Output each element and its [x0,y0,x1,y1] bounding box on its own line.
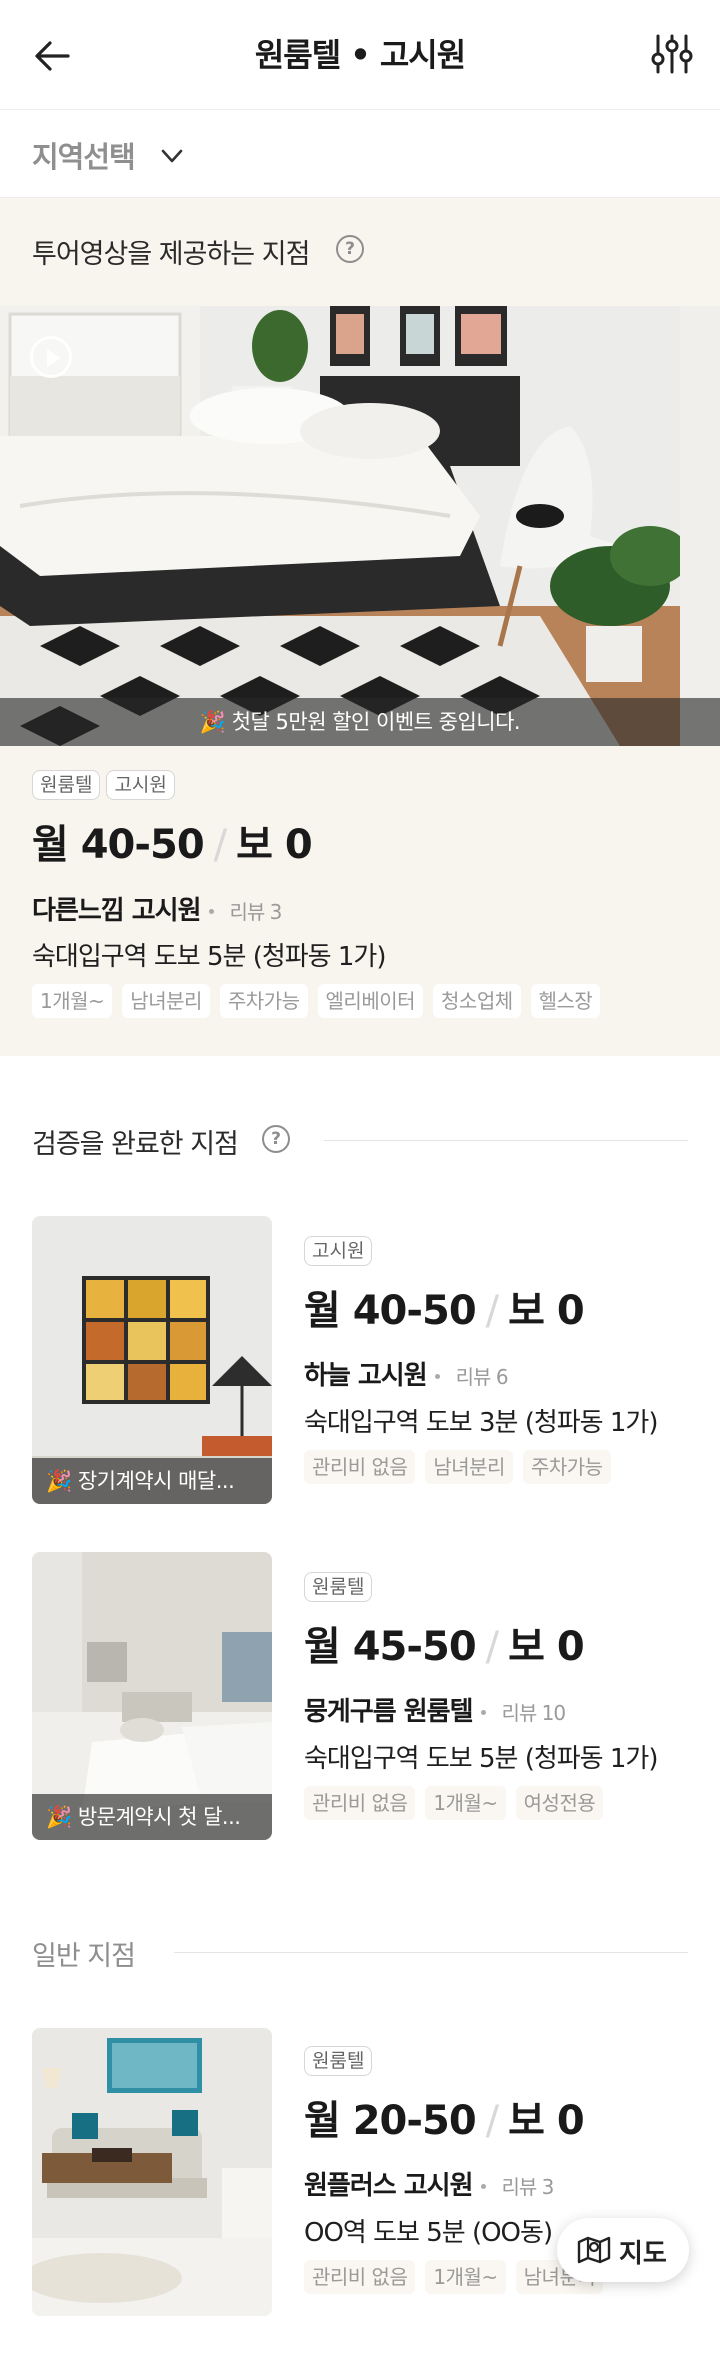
filter-sliders-icon[interactable] [650,32,694,76]
promo-banner: 🎉 방문계약시 첫 달... [32,1794,272,1840]
divider [174,1952,688,1953]
listing-thumbnail[interactable]: 🎉 장기계약시 매달... [32,1216,272,1504]
tag-badge: 고시원 [106,770,175,800]
listing-tags: 원룸텔 [304,1572,378,1602]
monthly-price: 월 40-50 [304,1288,477,1334]
review-count: 리뷰 3 [501,2175,555,2199]
divider [324,1140,688,1141]
separator-dot [480,2184,486,2189]
chevron-down-icon [161,149,183,163]
listing-address: OO역 도보 5분 (OO동) [304,2218,553,2248]
room-photo [32,2028,272,2316]
help-icon[interactable]: ? [336,235,364,263]
price-separator: / [485,2098,500,2144]
review-count: 리뷰 6 [455,1365,509,1389]
promo-banner: 🎉 첫달 5만원 할인 이벤트 중입니다. [0,698,720,746]
monthly-price: 월 20-50 [304,2098,477,2144]
deposit-price: 보 0 [236,822,313,868]
listing-tags: 원룸텔 고시원 [32,770,181,800]
price-separator: / [485,1288,500,1334]
tag-badge: 원룸텔 [304,1572,373,1602]
promo-banner: 🎉 장기계약시 매달... [32,1458,272,1504]
feature-chip: 주차가능 [219,984,308,1018]
feature-chip: 관리비 없음 [304,1786,416,1820]
listing-name: 하늘 고시원 [304,1361,428,1391]
monthly-price: 월 45-50 [304,1624,477,1670]
region-selector[interactable]: 지역선택 [0,110,720,198]
listing-name: 뭉게구름 원룸텔 [304,1697,473,1727]
price: 월 20-50/보 0 [304,2088,585,2146]
separator-dot [480,1710,486,1715]
feature-chips: 관리비 없음 남녀분리 주차가능 [304,1450,621,1484]
review-count: 리뷰 3 [229,900,283,924]
feature-chip: 관리비 없음 [304,1450,416,1484]
map-view-button[interactable]: 지도 [557,2218,689,2282]
listing-name-row[interactable]: 하늘 고시원 리뷰 6 [304,1355,509,1392]
tag-badge: 원룸텔 [32,770,101,800]
listing-address: 숙대입구역 도보 5분 (청파동 1가) [304,1744,658,1774]
feature-chips: 1개월~ 남녀분리 주차가능 엘리베이터 청소업체 헬스장 [32,984,610,1018]
page-title: 원룸텔 • 고시원 [254,36,466,74]
price-separator: / [485,1624,500,1670]
feature-chip: 청소업체 [433,984,521,1018]
price-separator: / [213,822,228,868]
feature-chip: 관리비 없음 [304,2260,416,2294]
feature-chip: 엘리베이터 [317,984,424,1018]
price: 월 40-50/보 0 [304,1278,585,1336]
listing-thumbnail[interactable] [32,2028,272,2316]
deposit-price: 보 0 [508,2098,585,2144]
help-icon[interactable]: ? [262,1125,290,1153]
deposit-price: 보 0 [508,1624,585,1670]
listing-tags: 원룸텔 [304,2046,378,2076]
map-view-label: 지도 [619,2239,667,2269]
feature-chip: 헬스장 [530,984,601,1018]
feature-chip: 1개월~ [425,1786,506,1820]
featured-listing-image[interactable]: 🎉 첫달 5만원 할인 이벤트 중입니다. [0,306,720,746]
app-header: 원룸텔 • 고시원 [0,0,720,110]
tag-badge: 원룸텔 [304,2046,373,2076]
listing-thumbnail[interactable]: 🎉 방문계약시 첫 달... [32,1552,272,1840]
monthly-price: 월 40-50 [32,822,205,868]
feature-chip: 남녀분리 [425,1450,513,1484]
listing-address: 숙대입구역 도보 5분 (청파동 1가) [32,942,386,972]
feature-chip: 1개월~ [32,984,113,1018]
listing-name-row[interactable]: 뭉게구름 원룸텔 리뷰 10 [304,1691,567,1728]
feature-chip: 1개월~ [425,2260,506,2294]
region-selector-label: 지역선택 [32,140,136,174]
section-title-tour: 투어영상을 제공하는 지점 [32,239,310,270]
feature-chips: 관리비 없음 1개월~ 여성전용 [304,1786,613,1820]
map-icon [577,2236,611,2264]
tag-badge: 고시원 [304,1236,373,1266]
listing-name-row[interactable]: 원플러스 고시원 리뷰 3 [304,2165,555,2202]
play-video-icon[interactable] [30,336,72,378]
bedroom-photo [0,306,720,746]
separator-dot [434,1374,440,1379]
listing-name: 원플러스 고시원 [304,2171,473,2201]
listing-address: 숙대입구역 도보 3분 (청파동 1가) [304,1408,658,1438]
deposit-price: 보 0 [508,1288,585,1334]
feature-chip: 주차가능 [522,1450,611,1484]
listing-name: 다른느낌 고시원 [32,896,201,926]
separator-dot [208,909,214,914]
review-count: 리뷰 10 [501,1701,567,1725]
section-title-general: 일반 지점 [32,1941,136,1972]
price: 월 40-50/보 0 [32,812,313,870]
listing-tags: 고시원 [304,1236,378,1266]
feature-chip: 남녀분리 [122,984,210,1018]
feature-chip: 여성전용 [515,1786,604,1820]
section-title-verified: 검증을 완료한 지점 [32,1129,239,1160]
listing-name-row[interactable]: 다른느낌 고시원 리뷰 3 [32,890,283,927]
price: 월 45-50/보 0 [304,1614,585,1672]
